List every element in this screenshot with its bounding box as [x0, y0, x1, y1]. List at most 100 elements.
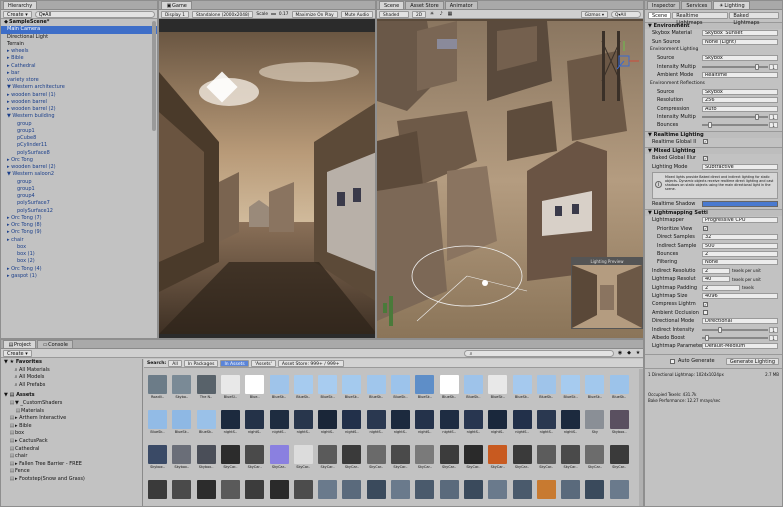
asset-tile[interactable]: Skybox.. [148, 445, 167, 469]
hierarchy-item[interactable]: ▸ wooden barrel (2) [1, 106, 157, 113]
asset-tile[interactable] [148, 480, 167, 500]
gizmos-dropdown[interactable]: Gizmos ▾ [580, 10, 608, 18]
tab-scene[interactable]: Scene [379, 1, 405, 9]
asset-grid-scrollbar[interactable] [639, 369, 643, 506]
asset-tile[interactable]: BlueSk.. [415, 375, 435, 399]
assets-header[interactable]: ▼ ▤ Assets [1, 392, 142, 400]
asset-tile[interactable] [415, 480, 435, 500]
hierarchy-item[interactable]: group1 [1, 128, 157, 135]
asset-folder-item[interactable]: ▤Materials [1, 408, 142, 416]
env-intensity-slider[interactable]: 1 [702, 63, 778, 70]
scope-asset-store[interactable]: Asset Store: 999+ / 999+ [277, 359, 344, 367]
asset-tile[interactable]: SkyCar.. [512, 445, 532, 469]
hierarchy-item[interactable]: ▼ Western saloon2 [1, 171, 157, 178]
albedo-boost-slider[interactable]: 1 [702, 334, 778, 341]
asset-tile[interactable]: SkyCar.. [318, 445, 338, 469]
tab-project[interactable]: ▤Project [3, 340, 37, 348]
skybox-material-field[interactable]: Skybox_Sunset [702, 30, 778, 37]
maximize-on-play-toggle[interactable]: Maximize On Play [291, 10, 338, 18]
refl-intensity-value[interactable]: 1 [769, 114, 778, 121]
create-button[interactable]: Create ▾ [3, 10, 32, 18]
scope-in-packages[interactable]: In Packages [183, 359, 219, 367]
asset-tile[interactable]: BlueSl.. [220, 375, 240, 399]
asset-tile[interactable]: nightS.. [293, 410, 313, 434]
asset-folder-item[interactable]: ▤▼ _CustomShaders [1, 400, 142, 408]
refl-intensity-knob[interactable] [754, 114, 759, 121]
auto-generate-checkbox[interactable] [670, 358, 675, 364]
hierarchy-item[interactable]: ▸ Orc Tong (4) [1, 266, 157, 273]
realtime-shadow-color-field[interactable] [702, 201, 778, 208]
asset-tile[interactable] [293, 480, 313, 500]
hierarchy-item[interactable]: box (2) [1, 258, 157, 265]
asset-tile[interactable]: BlueSk.. [439, 375, 459, 399]
favorite-item[interactable]: ⌕ All Prefabs [1, 382, 142, 390]
compress-lightmaps-checkbox[interactable]: ✓ [703, 301, 708, 307]
directional-mode-dropdown[interactable]: Directional [702, 318, 778, 325]
ambient-mode-dropdown[interactable]: Realtime [702, 72, 778, 79]
lightmap-params-dropdown[interactable]: Default-Medium [702, 343, 778, 350]
hierarchy-item[interactable]: Main Camera [1, 26, 157, 34]
asset-tile[interactable] [196, 480, 216, 500]
hierarchy-item[interactable]: Directional Light [1, 34, 157, 41]
scene-root-row[interactable]: ◆SampleScene* [1, 19, 157, 26]
sun-source-field[interactable]: None (Light) [702, 38, 778, 45]
mute-audio-toggle[interactable]: Mute Audio [340, 10, 373, 18]
asset-tile[interactable]: nightS.. [463, 410, 483, 434]
lm-bounces-dropdown[interactable]: 2 [702, 251, 778, 257]
hierarchy-item[interactable]: group1 [1, 186, 157, 193]
tab-animator[interactable]: Animator [444, 1, 478, 9]
asset-tile[interactable]: BlueSk.. [293, 375, 313, 399]
asset-tile[interactable] [609, 480, 629, 500]
refl-source-dropdown[interactable]: Skybox [702, 88, 778, 95]
asset-tile[interactable]: BlueSk.. [536, 375, 556, 399]
asset-tile[interactable]: nightS.. [488, 410, 508, 434]
asset-tile[interactable]: Skybox.. [609, 410, 629, 434]
prioritize-view-checkbox[interactable]: ✓ [703, 226, 708, 232]
hierarchy-item[interactable]: group [1, 121, 157, 128]
asset-folder-item[interactable]: ▤▸ Footstep(Snow and Grass) [1, 476, 142, 484]
asset-folder-item[interactable]: ▤chair [1, 453, 142, 461]
asset-tile[interactable]: nightS.. [245, 410, 265, 434]
refl-intensity-slider[interactable]: 1 [702, 114, 778, 121]
asset-tile[interactable]: SkyCar.. [391, 445, 410, 469]
asset-folder-item[interactable]: ▤box [1, 430, 142, 438]
asset-tile[interactable]: SkyCar.. [488, 445, 508, 469]
asset-tile[interactable]: nightS.. [536, 410, 556, 434]
asset-folder-item[interactable]: ▤▸ CactusPack [1, 438, 142, 446]
hierarchy-item[interactable]: ▸ chair [1, 237, 157, 244]
asset-tile[interactable]: BlueSk.. [318, 375, 338, 399]
hierarchy-item[interactable]: ▸ gaspot (1) [1, 273, 157, 280]
lightmap-padding-field[interactable]: 2 [702, 284, 740, 291]
favorite-item[interactable]: ⌕ All Materials [1, 367, 142, 375]
asset-tile[interactable]: Skybo.. [172, 375, 192, 399]
scene-search-input[interactable]: Q▾All [611, 10, 641, 18]
filter-type-icon[interactable]: ◉ [617, 350, 623, 356]
indirect-intensity-knob[interactable] [717, 326, 722, 333]
asset-folder-item[interactable]: ▤Fence [1, 468, 142, 476]
hierarchy-item[interactable]: polySurface7 [1, 200, 157, 207]
asset-tile[interactable]: SkyCar.. [585, 445, 605, 469]
favorites-header[interactable]: ▼ ★ Favorites [1, 359, 142, 367]
asset-tile[interactable]: BlueSk.. [488, 375, 508, 399]
hierarchy-item[interactable]: ▸ Cathedral [1, 63, 157, 70]
asset-tile[interactable]: SkyCar.. [561, 445, 581, 469]
asset-tile[interactable]: nightS.. [439, 410, 459, 434]
scope-all[interactable]: All [168, 359, 182, 367]
asset-tile[interactable]: BlueSk.. [512, 375, 532, 399]
direct-samples-field[interactable]: 32 [702, 234, 778, 241]
hierarchy-item[interactable]: ▸ bar [1, 70, 157, 77]
hierarchy-item[interactable]: ▸ wooden barrel (2) [1, 164, 157, 171]
asset-tile[interactable]: SkyCar.. [245, 445, 265, 469]
asset-tile[interactable]: Sky [585, 410, 605, 434]
asset-folder-item[interactable]: ▤▸ Arthem Interactive [1, 415, 142, 423]
hierarchy-item[interactable]: polySurface8 [1, 150, 157, 157]
realtime-gi-checkbox[interactable]: ✓ [703, 139, 708, 145]
hierarchy-item[interactable]: ▸ Orc Tong (7) [1, 215, 157, 222]
asset-tile[interactable]: BlueSk.. [366, 375, 386, 399]
env-intensity-knob[interactable] [754, 63, 759, 70]
asset-tile[interactable]: nightS.. [366, 410, 386, 434]
tab-lighting[interactable]: ☀Lighting [713, 1, 750, 9]
hierarchy-scrollbar[interactable] [152, 21, 156, 131]
refl-resolution-dropdown[interactable]: 256 [702, 97, 778, 104]
audio-toggle-icon[interactable]: ♪ [438, 11, 444, 17]
